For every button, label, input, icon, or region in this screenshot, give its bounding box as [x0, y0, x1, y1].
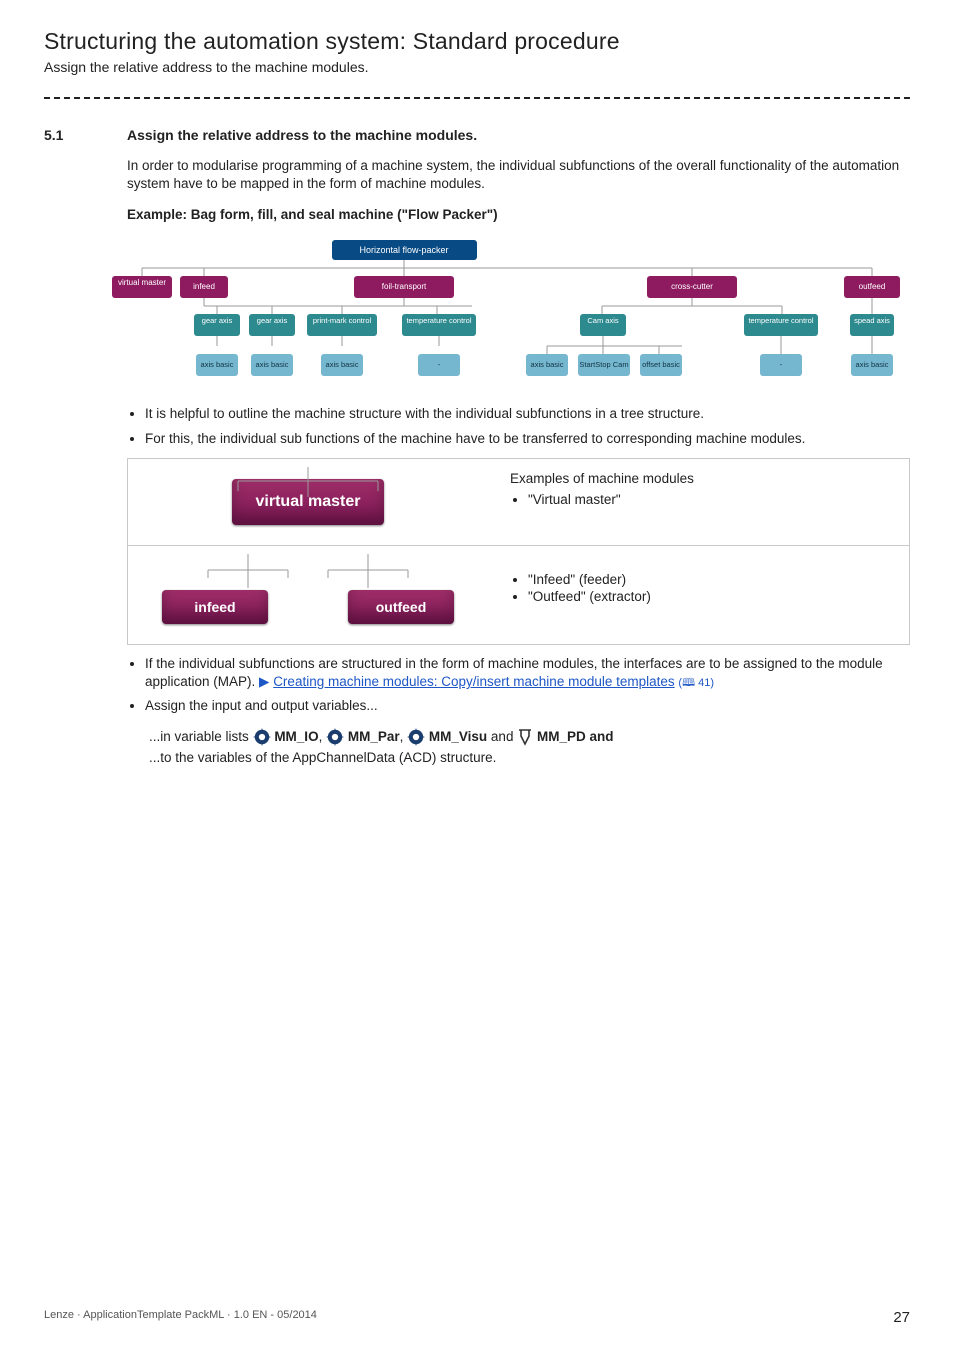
tree-r3m-1: StartStop Cam — [579, 360, 628, 369]
tree-r2l-3: temperature control — [406, 316, 471, 325]
var-line2: ...to the variables of the AppChannelDat… — [149, 750, 496, 765]
tree-r1-0: virtual master — [118, 278, 166, 287]
connector-svg-1 — [208, 467, 408, 507]
content-column: In order to modularise programming of a … — [127, 157, 910, 769]
tree-r3m-2: offset basic — [642, 360, 680, 369]
page-ref: (🕮 41) — [678, 677, 714, 689]
modules-row2-item1: "Outfeed" (extractor) — [528, 589, 895, 604]
var-mm-visu: MM_Visu — [429, 729, 487, 744]
example-heading: Example: Bag form, fill, and seal machin… — [127, 207, 910, 222]
modules-row-1: virtual master Examples of machine modul… — [128, 459, 909, 546]
tree-r1-3: cross-cutter — [671, 282, 713, 291]
modules-cell-left-1: virtual master — [128, 459, 488, 545]
modules-cell-right-1: Examples of machine modules "Virtual mas… — [488, 459, 909, 545]
tree-r3l-0: axis basic — [201, 360, 234, 369]
bullet-b-0: If the individual subfunctions are struc… — [145, 655, 910, 691]
tree-r2m-0: Cam axis — [587, 316, 619, 325]
bullet-list-a: It is helpful to outline the machine str… — [127, 405, 910, 447]
var-mm-io: MM_IO — [274, 729, 318, 744]
footer-page: 27 — [893, 1309, 910, 1326]
bullet-b-1: Assign the input and output variables... — [145, 697, 910, 715]
dashed-rule — [44, 97, 910, 99]
tree-r3l-2: axis basic — [326, 360, 359, 369]
tree-r2l-2: print-mark control — [313, 316, 372, 325]
page-ref-num: 41 — [698, 677, 710, 689]
modules-row2-item0: "Infeed" (feeder) — [528, 572, 895, 587]
variable-para: ...in variable lists MM_IO, MM_Par, MM_V… — [149, 726, 910, 769]
document-page: Structuring the automation system: Stand… — [0, 0, 954, 1350]
modules-heading: Examples of machine modules — [510, 471, 895, 486]
variable-icon — [517, 728, 533, 746]
tree-r2r-0: spead axis — [854, 316, 890, 325]
tree-r1-2: foil-transport — [382, 282, 427, 291]
sub-title: Assign the relative address to the machi… — [44, 59, 910, 75]
pill-infeed: infeed — [162, 590, 268, 624]
section-heading-row: 5.1 Assign the relative address to the m… — [44, 127, 910, 143]
gear-icon — [253, 728, 271, 746]
modules-cell-left-2: infeed outfeed — [128, 546, 488, 644]
section-number: 5.1 — [44, 127, 99, 143]
pill-outfeed: outfeed — [348, 590, 454, 624]
intro-paragraph: In order to modularise programming of a … — [127, 157, 910, 193]
tree-r1-4: outfeed — [859, 282, 886, 291]
page-footer: Lenze · ApplicationTemplate PackML · 1.0… — [44, 1309, 910, 1326]
modules-cell-right-2: "Infeed" (feeder) "Outfeed" (extractor) — [488, 546, 909, 644]
modules-row-2: infeed outfeed "Infeed" (feeder) "Outfee… — [128, 546, 909, 645]
tree-r3l-1: axis basic — [256, 360, 289, 369]
gear-icon — [326, 728, 344, 746]
link-creating-modules[interactable]: Creating machine modules: Copy/insert ma… — [273, 674, 674, 689]
bullet-a-0: It is helpful to outline the machine str… — [145, 405, 910, 423]
section-heading: Assign the relative address to the machi… — [127, 127, 477, 143]
tree-diagram: Horizontal flow-packer — [82, 236, 910, 391]
tree-svg: Horizontal flow-packer — [82, 236, 902, 386]
tree-r2l-1: gear axis — [257, 316, 288, 325]
var-and: and — [487, 729, 517, 744]
tree-r1-1: infeed — [193, 282, 215, 291]
modules-grid: virtual master Examples of machine modul… — [127, 458, 910, 645]
tree-r2l-0: gear axis — [202, 316, 233, 325]
bullet-list-b: If the individual subfunctions are struc… — [127, 655, 910, 716]
var-pre: ...in variable lists — [149, 729, 253, 744]
tree-r3m-0: axis basic — [531, 360, 564, 369]
var-mm-pd: MM_PD and — [537, 729, 614, 744]
modules-row1-item0: "Virtual master" — [528, 492, 895, 507]
var-mm-par: MM_Par — [348, 729, 400, 744]
chapter-title: Structuring the automation system: Stand… — [44, 28, 910, 55]
footer-left: Lenze · ApplicationTemplate PackML · 1.0… — [44, 1309, 317, 1326]
tree-r2m-1: temperature control — [748, 316, 813, 325]
tree-r3r-0: axis basic — [856, 360, 889, 369]
tree-top: Horizontal flow-packer — [359, 245, 448, 255]
bullet-a-1: For this, the individual sub functions o… — [145, 430, 910, 448]
gear-icon — [407, 728, 425, 746]
